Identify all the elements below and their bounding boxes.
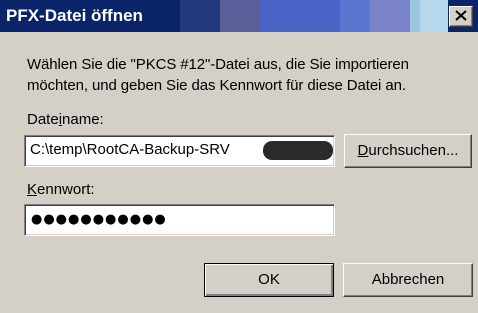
browse-mnemonic: D: [357, 142, 369, 159]
browse-button[interactable]: Durchsuchen...: [344, 134, 472, 168]
filename-label: Dateiname:: [27, 111, 104, 129]
filename-label-part: name:: [62, 111, 104, 128]
cancel-button[interactable]: Abbrechen: [343, 263, 473, 297]
filename-value: C:\temp\RootCA-Backup-SRV: [30, 141, 230, 158]
password-label-part: ennwort:: [37, 181, 95, 198]
ok-button[interactable]: OK: [204, 263, 334, 297]
password-input[interactable]: ●●●●●●●●●●●: [24, 204, 335, 236]
browse-label: urchsuchen...: [368, 142, 459, 159]
window-title: PFX-Datei öffnen: [6, 6, 143, 25]
password-label: Kennwort:: [27, 181, 95, 199]
close-icon: [455, 10, 467, 21]
ok-label: OK: [258, 271, 280, 288]
title-bar[interactable]: PFX-Datei öffnen: [0, 0, 478, 32]
redacted-text: [263, 141, 333, 160]
instruction-text: Wählen Sie die "PKCS #12"-Datei aus, die…: [27, 56, 409, 94]
pfx-open-dialog: PFX-Datei öffnen Wählen Sie die "PKCS #1…: [0, 0, 478, 313]
filename-label-part: Date: [27, 111, 59, 128]
cancel-label: Abbrechen: [371, 271, 445, 288]
filename-input[interactable]: C:\temp\RootCA-Backup-SRV: [24, 135, 335, 167]
close-button[interactable]: [449, 6, 473, 27]
password-label-mnemonic: K: [27, 181, 38, 198]
password-mask: ●●●●●●●●●●●: [31, 212, 167, 227]
